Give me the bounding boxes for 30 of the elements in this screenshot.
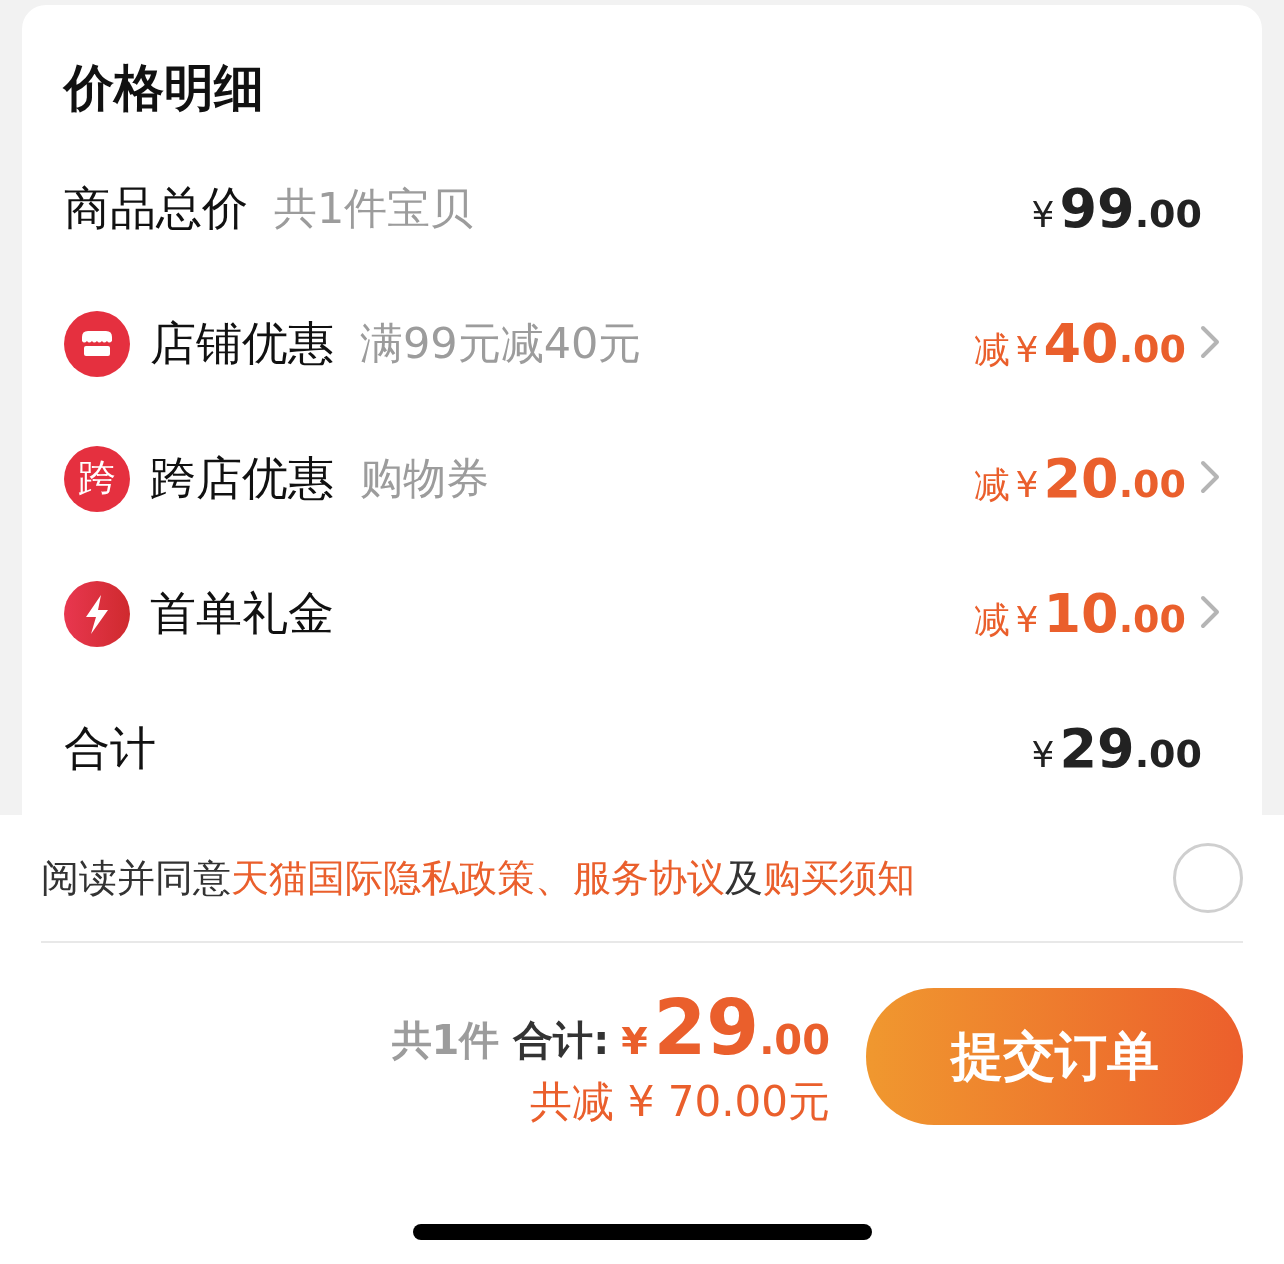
price: ¥99.00 [1031,177,1202,240]
row-label: 商品总价 [64,179,248,237]
cross-store-badge: 跨 [64,445,130,512]
store-icon [64,310,130,377]
agreement-link[interactable]: 、服务协议 [535,855,725,900]
row-label: 合计 [64,719,156,777]
agreement-link[interactable]: 天猫国际隐私政策 [231,855,535,900]
submit-order-button[interactable]: 提交订单 [866,988,1243,1125]
row-label: 首单礼金 [150,584,334,642]
chevron-right-icon[interactable] [1200,594,1220,629]
total-label: 合计: [513,1016,610,1065]
agreement-text: 阅读并同意天猫国际隐私政策、服务协议及购买须知 [41,854,916,902]
section-title: 价格明细 [64,58,265,119]
agree-checkbox[interactable] [1173,843,1243,913]
chevron-right-icon[interactable] [1200,459,1220,494]
row-note: 共1件宝贝 [274,181,474,235]
total-amount: ¥29.00 [621,983,830,1072]
savings-text: 共减 ¥ 70.00元 [530,1076,830,1128]
row-note: 满99元减40元 [360,316,642,370]
chevron-right-icon[interactable] [1200,324,1220,359]
agreement-link[interactable]: 购买须知 [763,855,915,900]
lightning-icon [64,580,130,647]
row-label: 跨店优惠 [150,449,334,507]
item-count: 共1件 [391,1016,500,1065]
discount-amount: 减¥40.00 [974,312,1186,375]
row-label: 店铺优惠 [150,314,334,372]
price: ¥29.00 [1031,717,1202,780]
row-note: 购物券 [360,451,489,505]
discount-amount: 减¥20.00 [974,447,1186,510]
discount-amount: 减¥10.00 [974,582,1186,645]
